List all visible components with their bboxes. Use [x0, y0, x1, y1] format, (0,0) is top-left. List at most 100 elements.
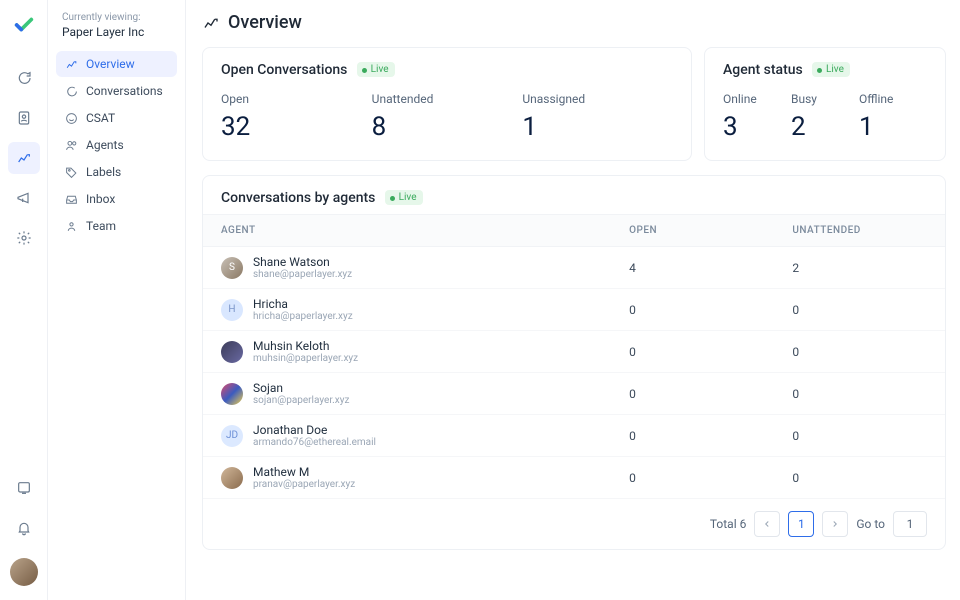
cell-open: 0: [611, 457, 774, 499]
stat-value: 1: [522, 112, 673, 142]
table-row: Sojan sojan@paperlayer.xyz 0 0: [203, 373, 945, 415]
conversations-icon: [64, 84, 78, 98]
live-badge: Live: [385, 190, 423, 205]
docs-icon[interactable]: [8, 472, 40, 504]
icon-rail: [0, 0, 48, 600]
agent-avatar: S: [221, 257, 243, 279]
stat-value: 2: [791, 112, 859, 142]
cell-unattended: 0: [774, 457, 945, 499]
cell-open: 4: [611, 247, 774, 289]
settings-icon[interactable]: [8, 222, 40, 254]
agent-name: Jonathan Doe: [253, 423, 376, 437]
agent-name: Sojan: [253, 381, 349, 395]
stat-offline: Offline 1: [859, 92, 927, 142]
stat-label: Online: [723, 92, 791, 106]
cell-unattended: 0: [774, 289, 945, 331]
agent-status-title: Agent status: [723, 62, 803, 78]
agent-avatar: [221, 383, 243, 405]
table-row: S Shane Watson shane@paperlayer.xyz 4 2: [203, 247, 945, 289]
cell-open: 0: [611, 331, 774, 373]
sidebar-item-labels[interactable]: Labels: [56, 159, 177, 185]
cell-unattended: 0: [774, 415, 945, 457]
sidebar-item-label: Overview: [86, 57, 135, 71]
reports-sidebar: Currently viewing: Paper Layer Inc Overv…: [48, 0, 186, 600]
cell-open: 0: [611, 289, 774, 331]
stat-unassigned: Unassigned 1: [522, 92, 673, 142]
overview-title-icon: [202, 14, 220, 32]
page-title: Overview: [202, 12, 946, 33]
page-title-text: Overview: [228, 12, 302, 33]
main-content: Overview Open Conversations Live Open 32…: [186, 0, 960, 600]
cell-open: 0: [611, 373, 774, 415]
reports-icon[interactable]: [8, 142, 40, 174]
sidebar-item-label: Agents: [86, 138, 124, 152]
stat-value: 32: [221, 112, 372, 142]
col-open: OPEN: [611, 215, 774, 247]
sidebar-item-agents[interactable]: Agents: [56, 132, 177, 158]
contacts-icon[interactable]: [8, 102, 40, 134]
agent-cell: H Hricha hricha@paperlayer.xyz: [221, 297, 593, 322]
sidebar-item-label: CSAT: [86, 111, 115, 125]
app-logo[interactable]: [13, 14, 35, 36]
cell-unattended: 0: [774, 331, 945, 373]
sidebar-item-conversations[interactable]: Conversations: [56, 78, 177, 104]
agent-email: pranav@paperlayer.xyz: [253, 479, 355, 490]
agent-cell: Muhsin Keloth muhsin@paperlayer.xyz: [221, 339, 593, 364]
user-avatar[interactable]: [10, 558, 38, 586]
sidebar-item-label: Conversations: [86, 84, 163, 98]
cell-open: 0: [611, 415, 774, 457]
conv-by-agents-title: Conversations by agents: [221, 190, 375, 206]
labels-icon: [64, 165, 78, 179]
agent-cell: S Shane Watson shane@paperlayer.xyz: [221, 255, 593, 280]
inbox-icon: [64, 192, 78, 206]
stat-label: Unattended: [372, 92, 523, 106]
team-icon: [64, 219, 78, 233]
table-row: Muhsin Keloth muhsin@paperlayer.xyz 0 0: [203, 331, 945, 373]
agent-cell: Sojan sojan@paperlayer.xyz: [221, 381, 593, 406]
stat-value: 8: [372, 112, 523, 142]
agent-email: armando76@ethereal.email: [253, 437, 376, 448]
sidebar-item-csat[interactable]: CSAT: [56, 105, 177, 131]
overview-icon: [64, 57, 78, 71]
goto-input[interactable]: [893, 511, 927, 537]
agent-name: Muhsin Keloth: [253, 339, 358, 353]
cell-unattended: 2: [774, 247, 945, 289]
campaigns-icon[interactable]: [8, 182, 40, 214]
table-row: JD Jonathan Doe armando76@ethereal.email…: [203, 415, 945, 457]
notifications-icon[interactable]: [8, 512, 40, 544]
stat-busy: Busy 2: [791, 92, 859, 142]
table-row: Mathew M pranav@paperlayer.xyz 0 0: [203, 457, 945, 499]
stat-label: Unassigned: [522, 92, 673, 106]
agent-status-card: Agent status Live Online 3 Busy 2 Offlin…: [704, 47, 946, 161]
conversations-by-agents-panel: Conversations by agents Live AGENT OPEN …: [202, 175, 946, 550]
agent-name: Shane Watson: [253, 255, 352, 269]
stat-value: 1: [859, 112, 927, 142]
pagination: Total 6 1 Go to: [203, 499, 945, 549]
agent-avatar: JD: [221, 425, 243, 447]
col-unattended: UNATTENDED: [774, 215, 945, 247]
live-badge: Live: [812, 62, 850, 77]
agent-cell: Mathew M pranav@paperlayer.xyz: [221, 465, 593, 490]
agent-cell: JD Jonathan Doe armando76@ethereal.email: [221, 423, 593, 448]
sidebar-item-overview[interactable]: Overview: [56, 51, 177, 77]
sidebar-item-label: Team: [86, 219, 116, 233]
page-next-button[interactable]: [822, 511, 848, 537]
page-prev-button[interactable]: [754, 511, 780, 537]
chat-icon[interactable]: [8, 62, 40, 94]
stat-open: Open 32: [221, 92, 372, 142]
agents-table: AGENT OPEN UNATTENDED S Shane Watson sha…: [203, 214, 945, 499]
col-agent: AGENT: [203, 215, 611, 247]
workspace-name: Paper Layer Inc: [56, 25, 177, 51]
cell-unattended: 0: [774, 373, 945, 415]
stat-unattended: Unattended 8: [372, 92, 523, 142]
agent-avatar: [221, 467, 243, 489]
stat-value: 3: [723, 112, 791, 142]
agent-avatar: H: [221, 299, 243, 321]
sidebar-item-team[interactable]: Team: [56, 213, 177, 239]
open-conversations-card: Open Conversations Live Open 32 Unattend…: [202, 47, 692, 161]
page-number-button[interactable]: 1: [788, 511, 814, 537]
sidebar-item-inbox[interactable]: Inbox: [56, 186, 177, 212]
stat-label: Offline: [859, 92, 927, 106]
goto-label: Go to: [856, 517, 885, 531]
table-row: H Hricha hricha@paperlayer.xyz 0 0: [203, 289, 945, 331]
